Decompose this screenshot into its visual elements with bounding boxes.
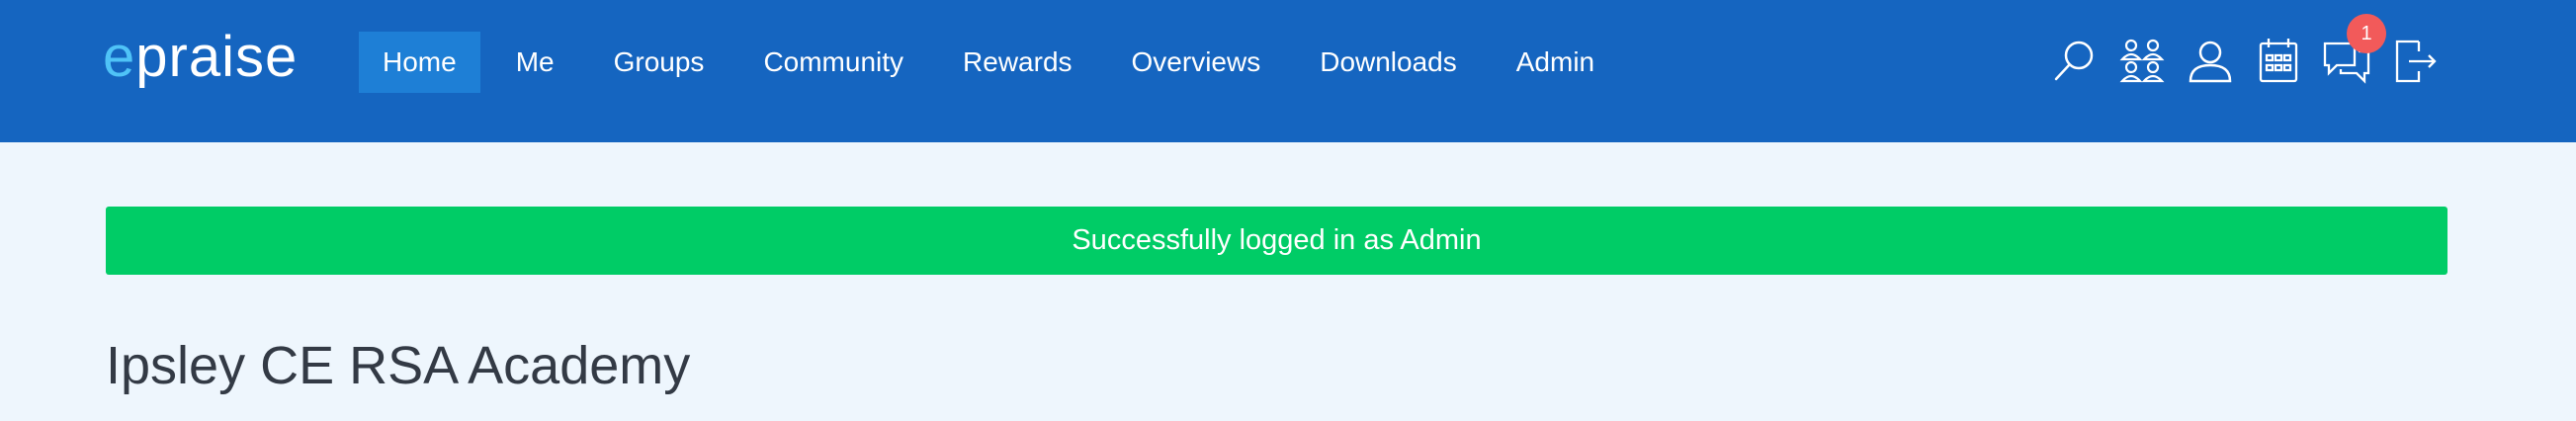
main-menu: Home Me Groups Community Rewards Overvie… — [359, 32, 1630, 93]
logo-text: praise — [135, 25, 299, 89]
toolbar-icons: 1 — [2048, 14, 2457, 87]
nav-admin[interactable]: Admin — [1493, 32, 1618, 93]
login-success-alert: Successfully logged in as Admin — [106, 207, 2447, 275]
top-navbar: epraise Home Me Groups Community Rewards… — [0, 0, 2576, 142]
logout-icon[interactable] — [2389, 36, 2441, 87]
logo-letter: e — [103, 25, 136, 89]
nav-home[interactable]: Home — [359, 32, 480, 93]
message-count-badge: 1 — [2347, 14, 2386, 53]
user-icon[interactable] — [2185, 36, 2236, 87]
nav-community[interactable]: Community — [739, 32, 927, 93]
nav-overviews[interactable]: Overviews — [1108, 32, 1285, 93]
calendar-icon[interactable] — [2253, 36, 2304, 87]
nav-me[interactable]: Me — [492, 32, 578, 93]
page-title: Ipsley CE RSA Academy — [106, 336, 691, 395]
nav-rewards[interactable]: Rewards — [939, 32, 1095, 93]
nav-downloads[interactable]: Downloads — [1296, 32, 1481, 93]
messages-icon[interactable]: 1 — [2321, 14, 2386, 87]
epraise-logo[interactable]: epraise — [103, 22, 298, 93]
nav-groups[interactable]: Groups — [590, 32, 729, 93]
search-icon[interactable] — [2048, 36, 2100, 87]
groups-icon[interactable] — [2116, 36, 2168, 87]
